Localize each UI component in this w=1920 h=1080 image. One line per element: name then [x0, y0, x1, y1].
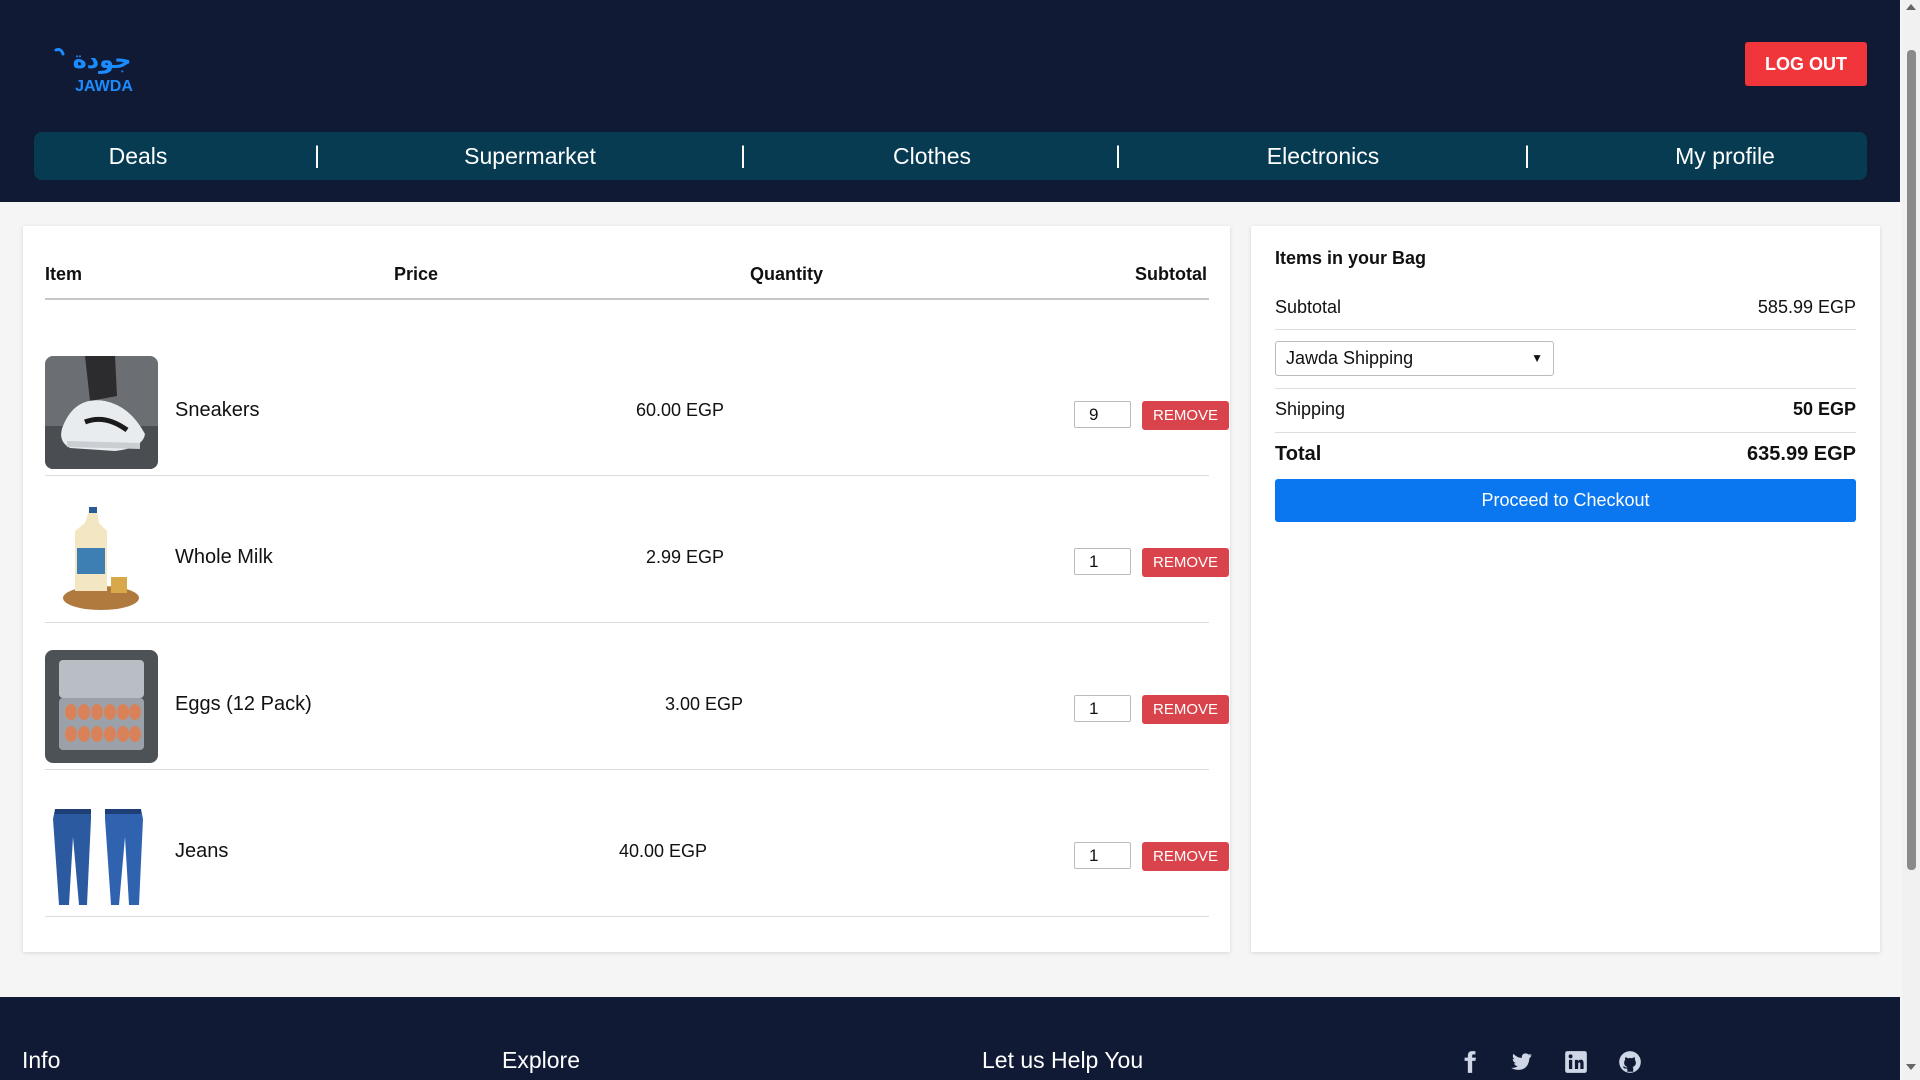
svg-text:JAWDA: JAWDA: [75, 78, 133, 95]
table-row: Sneakers 60.00 EGP REMOVE: [45, 329, 1229, 476]
shipping-method-select[interactable]: Jawda Shipping ▼: [1275, 341, 1554, 376]
jeans-image: [45, 797, 158, 910]
nav-separator: |: [739, 142, 747, 169]
item-name: Eggs (12 Pack): [175, 693, 312, 715]
shipping-value: 50 EGP: [1792, 399, 1856, 419]
table-row: Whole Milk 2.99 EGP REMOVE: [45, 476, 1229, 623]
eggs-image: [45, 650, 158, 763]
nav-item-my-profile[interactable]: My profile: [1675, 132, 1775, 180]
nav-item-supermarket[interactable]: Supermarket: [464, 132, 596, 180]
footer-heading-explore: Explore: [502, 1047, 580, 1073]
divider: [1275, 388, 1856, 389]
site-header: جودة JAWDA LOG OUT Deals | Supermarket |…: [0, 0, 1900, 202]
column-header-price: Price: [394, 264, 439, 284]
logout-button[interactable]: LOG OUT: [1745, 42, 1867, 86]
github-icon[interactable]: [1617, 1049, 1643, 1075]
subtotal-label: Subtotal: [1275, 297, 1342, 317]
nav-separator: |: [1114, 142, 1122, 169]
nav-separator: |: [1523, 142, 1531, 169]
remove-button[interactable]: REMOVE: [1142, 842, 1229, 871]
cart-table: Item Price Quantity Subtotal Sneakers 60…: [23, 226, 1230, 952]
remove-button[interactable]: REMOVE: [1142, 548, 1229, 577]
column-header-quantity: Quantity: [750, 264, 824, 284]
site-footer: Info Explore Let us Help You: [0, 997, 1900, 1080]
order-summary: Items in your Bag Subtotal 585.99 EGP Ja…: [1251, 226, 1880, 952]
divider: [1275, 432, 1856, 433]
linkedin-icon[interactable]: [1563, 1049, 1589, 1075]
scroll-down-arrow-icon[interactable]: [1906, 1064, 1916, 1070]
remove-button[interactable]: REMOVE: [1142, 695, 1229, 724]
remove-button[interactable]: REMOVE: [1142, 401, 1229, 430]
scroll-up-arrow-icon[interactable]: [1906, 4, 1916, 10]
shipping-option-label: Jawda Shipping: [1286, 348, 1414, 368]
divider: [1275, 329, 1856, 330]
main-nav: Deals | Supermarket | Clothes | Electron…: [34, 132, 1867, 180]
chevron-down-icon: ▼: [1531, 351, 1543, 365]
quantity-input[interactable]: [1074, 548, 1131, 575]
sneakers-image: [45, 356, 158, 469]
page-scrollbar[interactable]: [1902, 0, 1920, 1080]
footer-heading-info: Info: [22, 1047, 61, 1073]
item-name: Jeans: [175, 840, 229, 862]
quantity-input[interactable]: [1074, 401, 1131, 428]
milk-image: [45, 503, 158, 616]
shipping-label: Shipping: [1275, 399, 1346, 419]
quantity-input[interactable]: [1074, 842, 1131, 869]
facebook-icon[interactable]: [1457, 1049, 1483, 1075]
item-price: 2.99 EGP: [645, 547, 725, 567]
header-divider: [45, 298, 1209, 300]
item-price: 40.00 EGP: [618, 841, 708, 861]
nav-separator: |: [313, 142, 321, 169]
cart-logo-icon: جودة JAWDA: [54, 46, 133, 95]
svg-text:جودة: جودة: [73, 46, 132, 74]
proceed-to-checkout-button[interactable]: Proceed to Checkout: [1275, 479, 1856, 522]
nav-item-electronics[interactable]: Electronics: [1267, 132, 1379, 180]
item-name: Whole Milk: [175, 546, 273, 568]
scrollbar-thumb[interactable]: [1907, 50, 1916, 870]
item-price: 60.00 EGP: [635, 400, 725, 420]
jawda-logo[interactable]: جودة JAWDA: [52, 44, 152, 96]
quantity-input[interactable]: [1074, 695, 1131, 722]
twitter-icon[interactable]: [1508, 1049, 1534, 1075]
subtotal-value: 585.99 EGP: [1757, 297, 1856, 317]
total-label: Total: [1275, 443, 1322, 465]
summary-title: Items in your Bag: [1275, 248, 1427, 268]
footer-heading-help: Let us Help You: [982, 1047, 1144, 1073]
table-row: Eggs (12 Pack) 3.00 EGP REMOVE: [45, 623, 1229, 770]
column-header-subtotal: Subtotal: [1135, 264, 1207, 284]
item-price: 3.00 EGP: [664, 694, 744, 714]
nav-item-clothes[interactable]: Clothes: [893, 132, 971, 180]
total-value: 635.99 EGP: [1747, 443, 1856, 465]
column-header-item: Item: [45, 264, 83, 284]
nav-item-deals[interactable]: Deals: [109, 132, 168, 180]
item-name: Sneakers: [175, 399, 260, 421]
table-row: Jeans 40.00 EGP REMOVE: [45, 770, 1229, 917]
